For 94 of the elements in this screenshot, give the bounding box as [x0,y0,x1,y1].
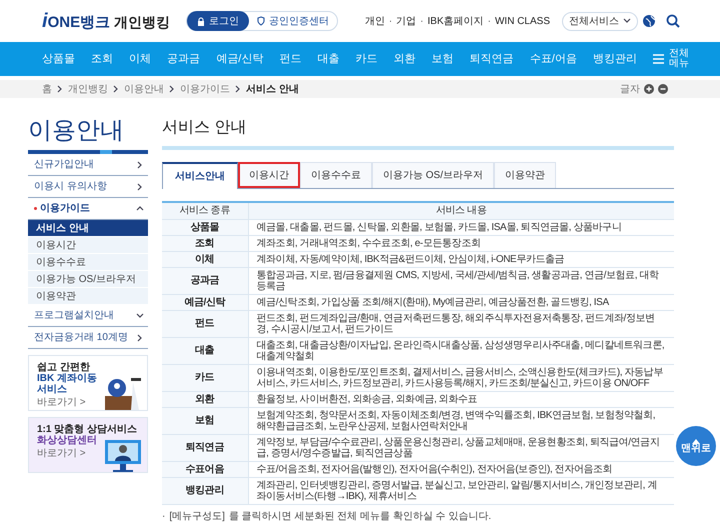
chevron-icon [112,85,120,93]
chevron-icon [168,85,176,93]
caret-icon [623,17,631,25]
font-size-label: 글자 [620,82,640,96]
bullet: · [162,510,166,524]
chevron-icon [136,160,144,168]
table-cell: 환율정보, 사이버환전, 외화송금, 외화예금, 외화수표 [248,391,674,407]
banner-link[interactable]: 바로가기 > [37,397,86,408]
sidebar-item[interactable]: 프로그램설치안내 [28,305,148,327]
top-link[interactable]: WIN CLASS [494,14,550,28]
chevron-icon [234,85,242,93]
top-link[interactable]: 개인 [364,14,385,28]
login-button[interactable]: 로그인 [187,11,250,31]
chevron-icon [136,182,144,190]
submenu-item[interactable]: 서비스 안내 [28,220,148,237]
tab[interactable]: 이용가능 OS/브라우저 [372,162,494,188]
breadcrumb-item: 서비스 안내 [246,82,299,96]
sidebar-item[interactable]: 전자금융거래 10계명 [28,327,148,349]
sidebar-item[interactable]: 신규가입안내 [28,154,148,176]
breadcrumb-item[interactable]: 이용가이드 [180,82,230,96]
chevron-icon [56,85,64,93]
promo-banner[interactable]: 1:1 맞춤형 상담서비스 화상상담센터 바로가기 > [28,417,148,473]
table-cell: 퇴직연금 [162,434,248,461]
submenu-item[interactable]: 이용가능 OS/브라우저 [28,271,148,288]
breadcrumb-item[interactable]: 이용안내 [124,82,164,96]
table-cell: 보험 [162,407,248,434]
table-cell: 계약정보, 부담금/수수료관리, 상품운용신청관리, 상품교체매매, 운용현황조회, 퇴직급여/연금지급, 증명서/영수증발급, 퇴직연금상품 [248,434,674,461]
footnote-text: 를 클릭하시면 세분화된 전체 메뉴를 확인하실 수 있습니다. [228,510,492,524]
banner-title: 화상상담센터 [37,435,98,446]
table-cell: 외환 [162,391,248,407]
tab[interactable]: 서비스안내 [162,162,238,189]
service-name[interactable]: 개인뱅킹 [114,12,170,33]
table-cell: 계좌조회, 거래내역조회, 수수료조회, e-모든통장조회 [248,235,674,251]
table-cell: 예금/신탁 [162,294,248,310]
column-header: 서비스 내용 [248,202,674,219]
top-link[interactable]: IBK홈페이지 [428,14,484,28]
top-link[interactable]: 기업 [396,14,416,28]
separator-dot: · [488,14,491,28]
table-cell: 상품몰 [162,219,248,235]
logo-mark[interactable]: i [42,6,48,36]
breadcrumb-item[interactable]: 개인뱅킹 [68,82,108,96]
banner-subtitle: 1:1 맞춤형 상담서비스 [37,424,138,435]
table-cell: 대출조회, 대출금상환/이자납입, 온라인즉시대출상품, 삼성생명우리사주대출, 메디칼네트워크론, 대출계약철회 [248,337,674,364]
submenu-item[interactable]: 이용약관 [28,288,148,305]
menu-icon [652,54,664,64]
tab[interactable]: 이용수수료 [300,162,372,188]
sidebar-item[interactable]: 이용시 유의사항 [28,176,148,198]
banner-link[interactable]: 바로가기 > [37,448,86,459]
zoom-out-icon[interactable] [658,84,668,94]
shield-icon [257,16,266,26]
table-cell: 계좌관리, 인터넷뱅킹관리, 증명서발급, 분실신고, 보안관리, 알림/통지서비스, 개인정보관리, 계좌이동서비스(타행→IBK), 제휴서비스 [248,477,674,504]
chevron-icon [136,334,144,342]
globe-icon[interactable] [642,14,656,28]
table-cell: 예금몰, 대출몰, 펀드몰, 신탁몰, 외환몰, 보험몰, 카드몰, ISA몰, 퇴직연금몰, 상품바구니 [248,219,674,235]
table-cell: 공과금 [162,267,248,294]
chevron-icon [136,204,144,212]
promo-banner[interactable]: 쉽고 간편한 IBK 계좌이동 서비스 바로가기 > [28,355,148,411]
table-cell: 뱅킹관리 [162,477,248,504]
breadcrumb-item[interactable]: 홈 [42,82,52,96]
zoom-in-icon[interactable] [644,84,654,94]
sidebar-title: 이용안내 [28,116,125,146]
submenu-item[interactable]: 이용수수료 [28,254,148,271]
lock-icon [197,16,206,26]
tab[interactable]: 이용시간 [238,162,300,188]
table-cell: 펀드조회, 펀드계좌입금/환매, 연금저축펀드통장, 해외주식투자전용저축통장, 펀드계좌/정보변경, 수시공시/보고서, 펀드가이드 [248,310,674,337]
arrow-up-icon [692,438,700,444]
table-cell: 수표어음 [162,461,248,477]
certificate-center-button[interactable]: 공인인증센터 [249,14,338,28]
table-cell: 대출 [162,337,248,364]
separator-dot: · [420,14,424,28]
table-cell: 예금/신탁조회, 가입상품 조회/해지(환매), My예금관리, 예금상품전환, 골드뱅킹, ISA [248,294,674,310]
menu-map-link[interactable]: [메뉴구성도] [169,508,225,524]
chevron-icon [136,312,144,320]
table-cell: 보험계약조회, 청약문서조회, 자동이체조회/변경, 변액수익률조회, IBK연금보험, 보험청약철회, 해약환급금조회, 노란우산공제, 보험사연락처안내 [248,407,674,434]
banner-subtitle: 쉽고 간편한 [37,362,91,373]
table-cell: 이체 [162,251,248,267]
banner-title: IBK 계좌이동 서비스 [37,373,97,395]
table-cell: 수표/어음조회, 전자어음(발행인), 전자어음(수취인), 전자어음(보증인), 전자어음조회 [248,461,674,477]
separator-dot: · [388,14,392,28]
table-cell: 카드 [162,364,248,391]
table-cell: 계좌이체, 자동/예약이체, IBK적금&펀드이체, 안심이체, i-ONE무카드출금 [248,251,674,267]
back-to-top-button[interactable]: 맨위로 [676,426,716,466]
column-header: 서비스 종류 [162,202,248,219]
active-dot [34,206,37,210]
table-cell: 통합공과금, 지로, 펌/금융결제원 CMS, 지방세, 국세/관세/범칙금, 생활공과금, 연금/보험료, 대학등록금 [248,267,674,294]
service-select[interactable]: 전체서비스 [562,12,638,30]
submenu-item[interactable]: 이용시간 [28,237,148,254]
search-icon[interactable] [666,14,680,28]
tab[interactable]: 이용약관 [494,162,556,188]
table-cell: 조회 [162,235,248,251]
table-cell: 이용내역조회, 이용한도/포인트조회, 결제서비스, 금융서비스, 소액신용한도(체크카드), 자동납부 서비스, 카드서비스, 카드정보관리, 카드사용등록/해지, 카드조회/분실신고, 카드이용 ON/OFF [248,364,674,391]
logo-name[interactable]: ONE뱅크 [48,12,110,34]
page-title: 서비스 안내 [162,118,248,138]
table-cell: 펀드 [162,310,248,337]
